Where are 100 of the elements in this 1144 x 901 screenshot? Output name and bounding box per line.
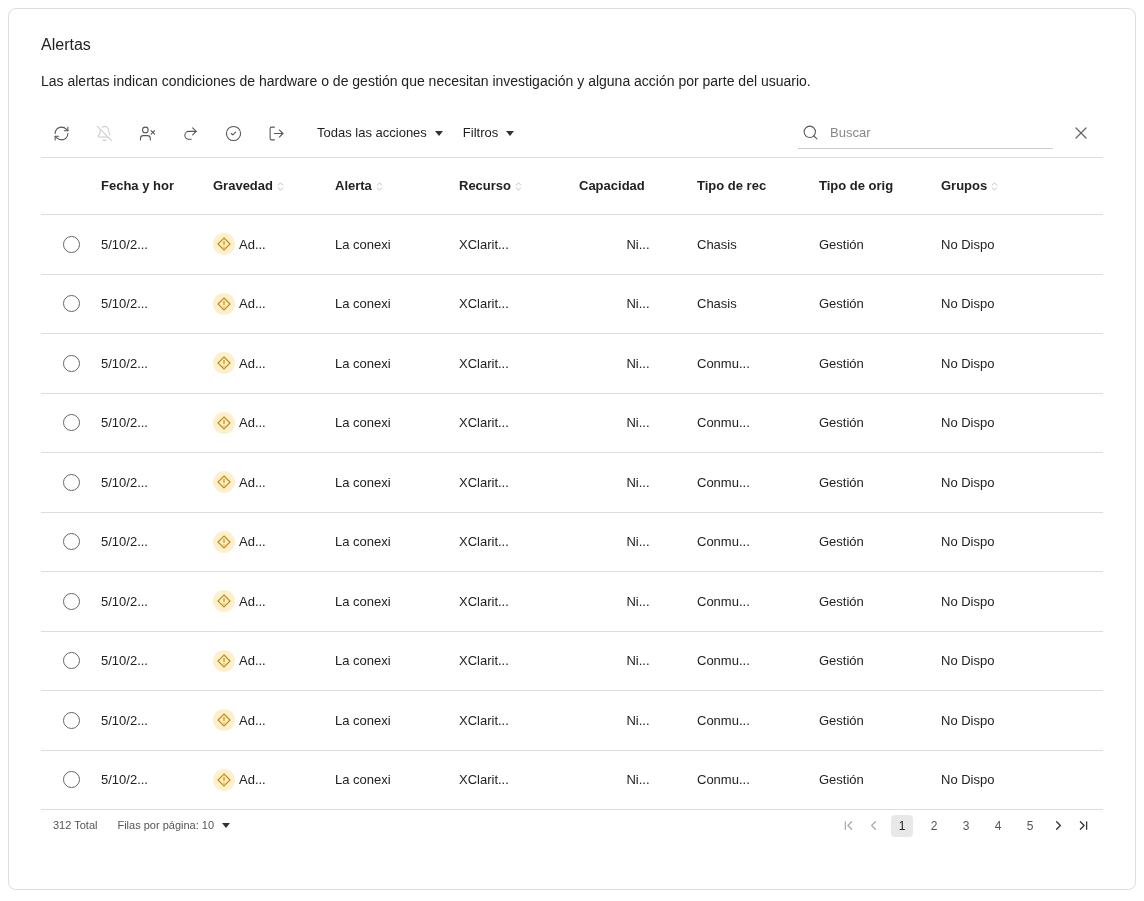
table-cell-text: Gestión <box>819 295 864 313</box>
table-cell-text: XClarit... <box>459 235 509 254</box>
table-cell-text: 5/10/2... <box>101 235 148 254</box>
arrow-button[interactable] <box>182 124 199 142</box>
page-button[interactable]: 4 <box>987 814 1009 837</box>
column-header[interactable]: Fecha y hor <box>101 176 174 196</box>
table-cell-text: Chasis <box>697 235 737 254</box>
table-cell-text: XClarit... <box>459 771 509 789</box>
table-cell-text: Ad... <box>239 354 266 373</box>
table-cell-text: XClarit... <box>459 473 509 492</box>
page-button[interactable]: 3 <box>955 814 977 837</box>
table-cell-text: Gestión <box>819 354 864 373</box>
table-cell-text: Ni... <box>626 414 650 432</box>
table-cell-text: 5/10/2... <box>101 295 148 313</box>
table-cell-text: Ad... <box>239 711 266 730</box>
table-cell-text: Gestión <box>819 414 864 432</box>
column-header[interactable]: Recurso <box>459 176 512 196</box>
table-cell-text: No Dispo <box>941 235 995 254</box>
table-cell-text: XClarit... <box>459 533 509 551</box>
table-cell-text: No Dispo <box>941 592 995 611</box>
page-button[interactable]: 2 <box>923 814 945 837</box>
table-cell-text: 5/10/2... <box>101 711 148 730</box>
warning-icon <box>213 233 235 256</box>
table-cell-text: 5/10/2... <box>101 533 148 551</box>
warning-icon <box>213 709 235 732</box>
table-cell-text: 5/10/2... <box>101 354 148 373</box>
dropdown-menu[interactable]: Filtros <box>462 123 515 143</box>
page-button[interactable]: 1 <box>891 814 913 837</box>
table-cell-text: Ad... <box>239 295 266 313</box>
page-button[interactable]: 5 <box>1019 814 1041 837</box>
table-cell-text: La conexi <box>335 771 391 789</box>
table-cell-text: Gestión <box>819 533 864 551</box>
table-cell-text: Ni... <box>626 711 650 730</box>
table-cell-text: No Dispo <box>941 354 995 373</box>
table-cell-text: La conexi <box>335 592 391 611</box>
column-header[interactable]: Gravedad <box>213 176 273 196</box>
table-cell-text: Ni... <box>626 295 650 313</box>
table-cell-text: La conexi <box>335 652 391 670</box>
caret-icon <box>506 130 515 136</box>
table-cell-text: La conexi <box>335 414 391 432</box>
table-cell-text: XClarit... <box>459 295 509 313</box>
table-cell-text: Ad... <box>239 414 266 432</box>
table-cell-text: Ad... <box>239 533 266 551</box>
total-count: 312 Total <box>53 818 98 834</box>
table-cell-text: No Dispo <box>941 652 995 670</box>
table-cell-text: Ni... <box>626 354 650 373</box>
table-cell-text: XClarit... <box>459 592 509 611</box>
warning-icon <box>213 471 235 494</box>
column-header[interactable]: Grupos <box>941 176 988 196</box>
table-cell-text: Gestión <box>819 473 864 492</box>
search-field[interactable]: Buscar <box>798 117 1053 149</box>
table-cell-text: Ad... <box>239 652 266 670</box>
table-cell-text: Conmu... <box>697 414 750 432</box>
table-cell-text: Conmu... <box>697 652 750 670</box>
table-cell-text: Ni... <box>626 235 650 254</box>
sort-icon <box>275 180 286 192</box>
table-cell-text: Conmu... <box>697 592 750 611</box>
table-cell-text: Gestión <box>819 652 864 670</box>
export-button[interactable] <box>268 124 285 142</box>
column-header[interactable]: Tipo de orig <box>819 176 894 196</box>
table-cell-text: Chasis <box>697 295 737 313</box>
warning-icon <box>213 590 235 613</box>
table-cell-text: No Dispo <box>941 295 995 313</box>
column-header[interactable]: Capacidad <box>579 176 645 196</box>
refresh-button[interactable] <box>53 124 70 142</box>
table-cell-text: 5/10/2... <box>101 592 148 611</box>
warning-icon <box>213 530 235 553</box>
caret-icon <box>434 130 443 136</box>
table-cell-text: XClarit... <box>459 652 509 670</box>
column-header[interactable]: Tipo de rec <box>697 176 767 196</box>
table-cell-text: La conexi <box>335 533 391 551</box>
table-cell-text: Conmu... <box>697 771 750 789</box>
table-cell-text: Gestión <box>819 235 864 254</box>
table-cell-text: XClarit... <box>459 711 509 730</box>
table-cell-text: Ni... <box>626 652 650 670</box>
table-cell-text: Ni... <box>626 473 650 492</box>
table-cell-text: No Dispo <box>941 711 995 730</box>
table-cell-text: 5/10/2... <box>101 771 148 789</box>
table-cell-text: No Dispo <box>941 771 995 789</box>
table-cell-text: Conmu... <box>697 354 750 373</box>
table-cell-text: Ni... <box>626 533 650 551</box>
table-cell-text: No Dispo <box>941 473 995 492</box>
table-cell-text: 5/10/2... <box>101 473 148 492</box>
table-cell-text: Gestión <box>819 711 864 730</box>
warning-icon <box>213 768 235 791</box>
search-icon <box>802 124 819 141</box>
user-button[interactable] <box>139 124 156 142</box>
warning-icon <box>213 352 235 375</box>
table-cell-text: Gestión <box>819 771 864 789</box>
table-cell-text: Ad... <box>239 592 266 611</box>
dropdown-menu[interactable]: Todas las acciones <box>317 123 443 143</box>
table-cell-text: XClarit... <box>459 414 509 432</box>
table-cell-text: Conmu... <box>697 473 750 492</box>
column-header[interactable]: Alerta <box>335 176 372 196</box>
table-cell-text: Gestión <box>819 592 864 611</box>
circle-button[interactable] <box>225 124 242 142</box>
table-cell-text: Ad... <box>239 473 266 492</box>
table-cell-text: No Dispo <box>941 533 995 551</box>
table-cell-text: Ad... <box>239 771 266 789</box>
rows-per-page-dropdown[interactable]: Filas por página: 10 <box>117 817 231 834</box>
